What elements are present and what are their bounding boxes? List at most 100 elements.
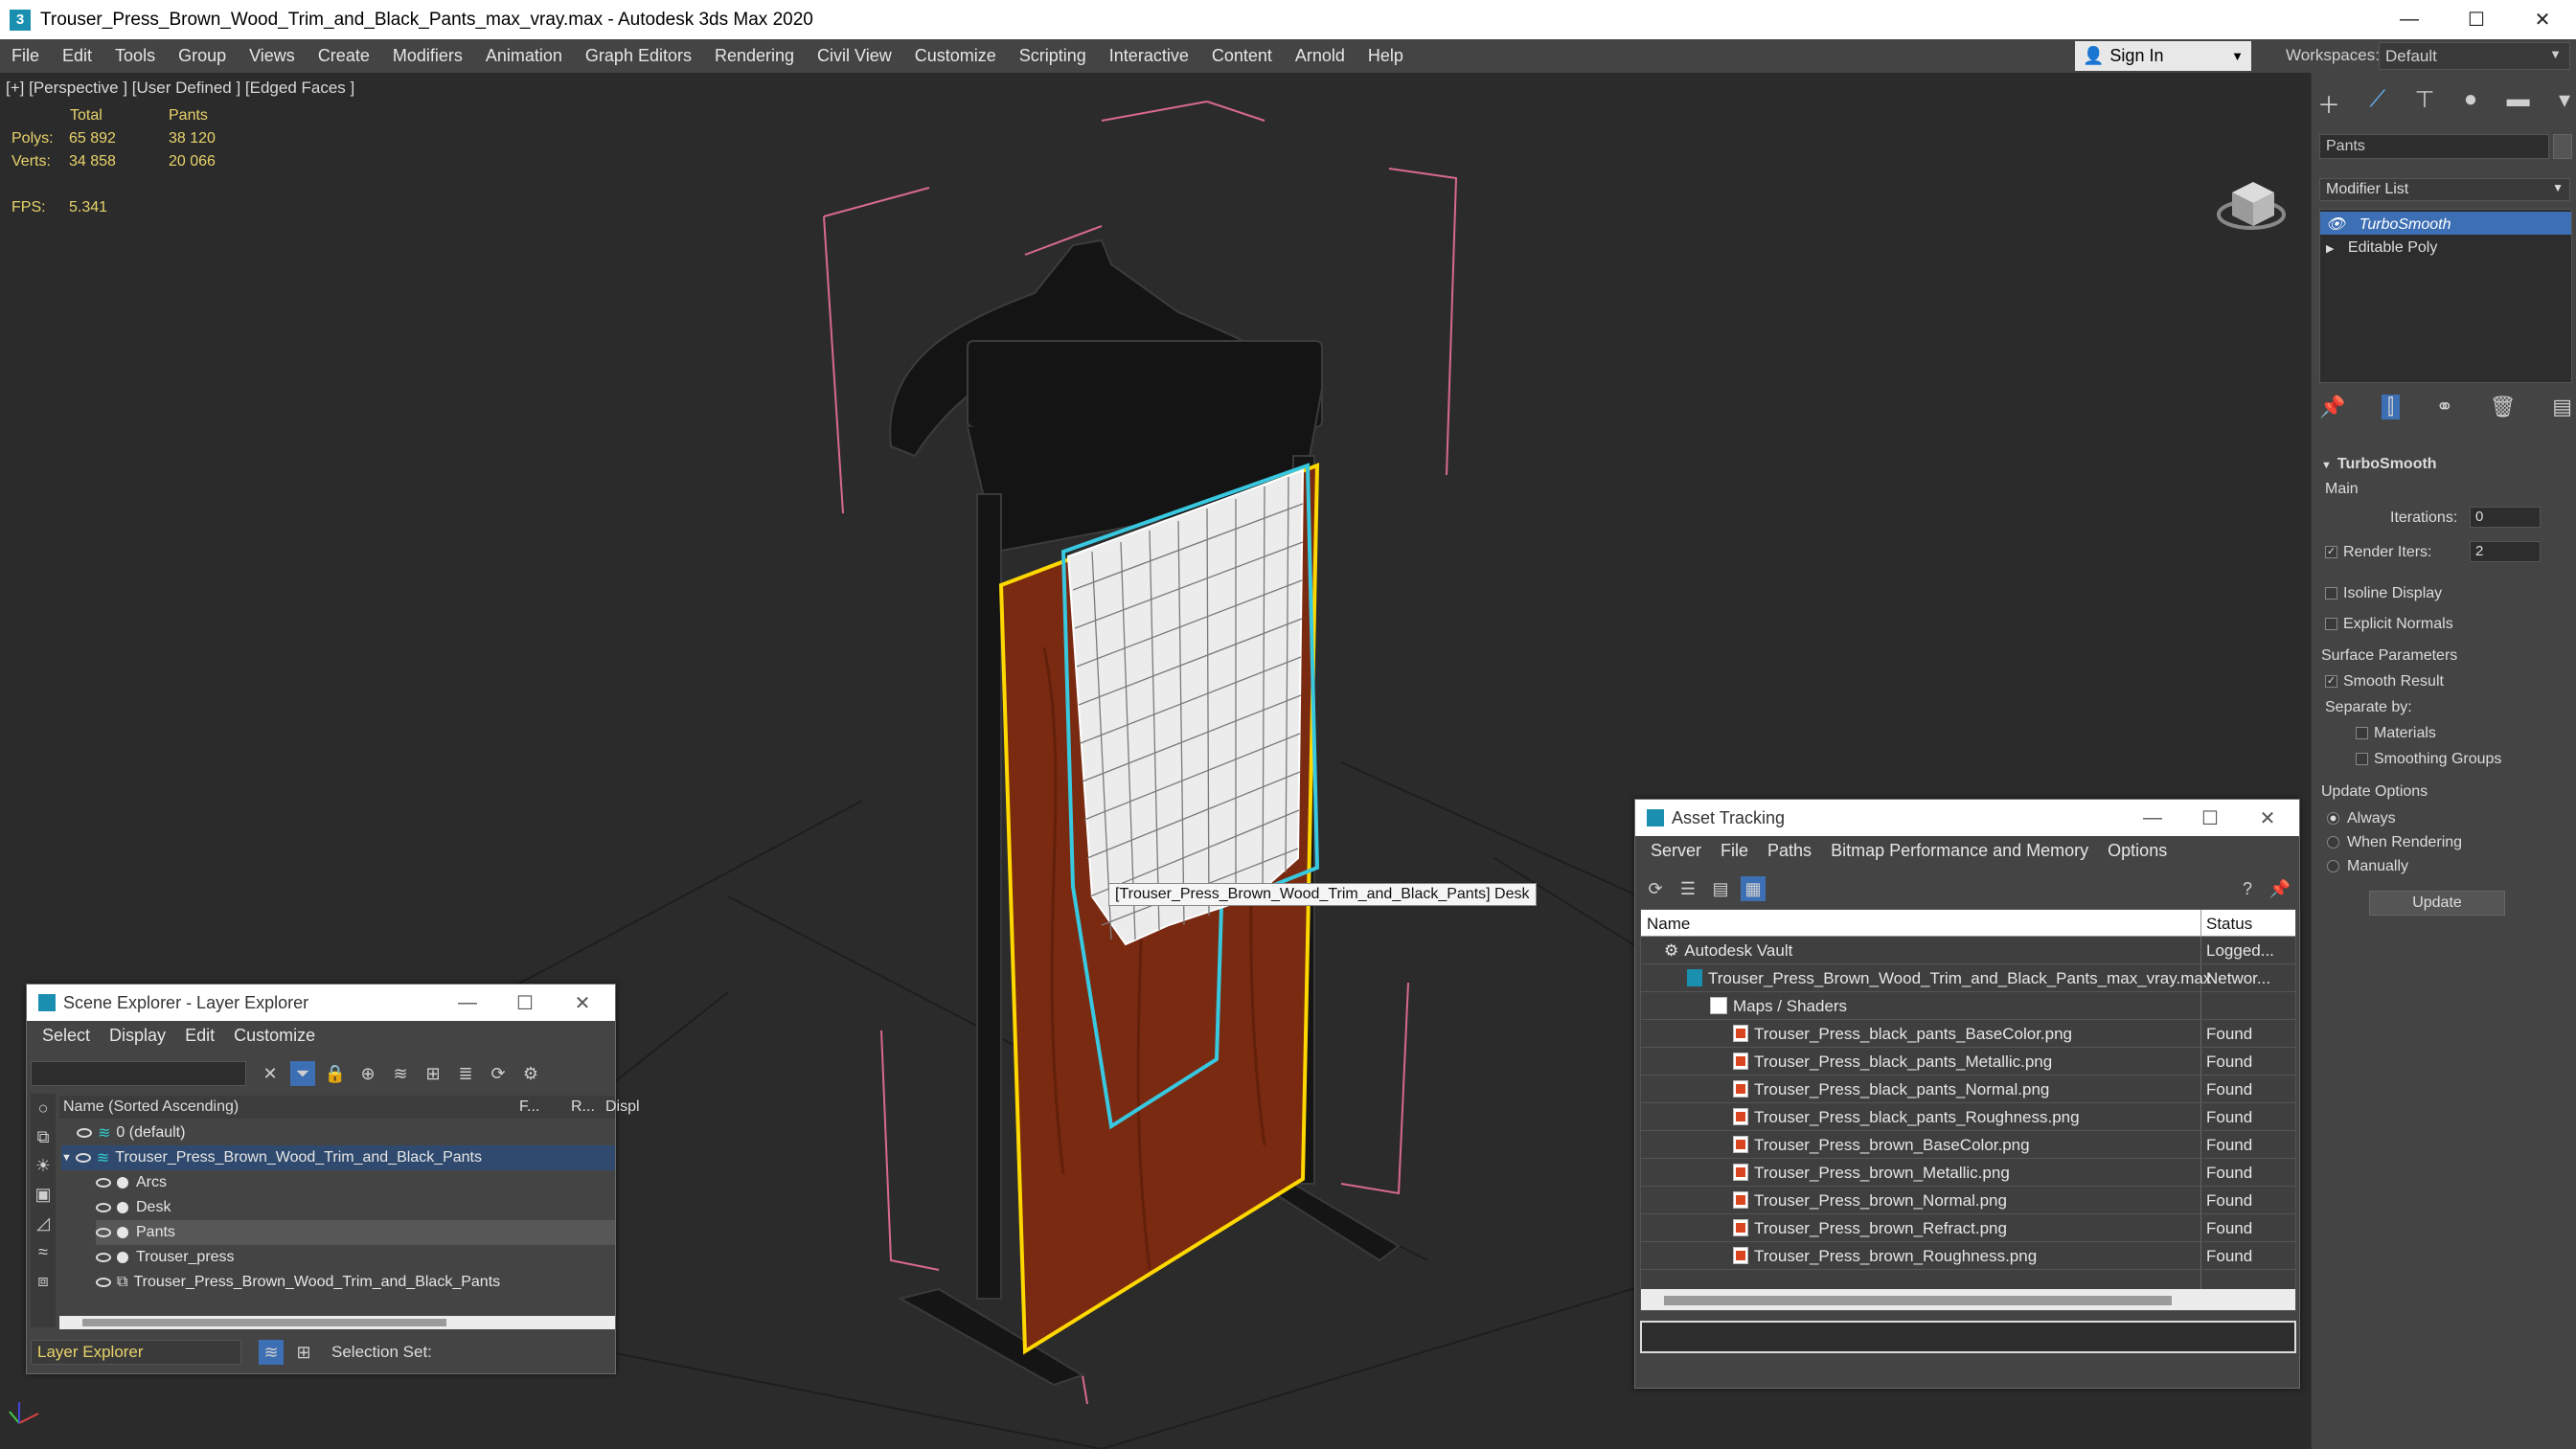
pin-stack-icon[interactable]: 📌 (2319, 395, 2345, 419)
light-icon[interactable]: ☀ (31, 1153, 56, 1178)
eye-icon[interactable] (77, 1128, 92, 1138)
display-none-icon[interactable]: ○ (31, 1096, 56, 1121)
menu-select[interactable]: Select (33, 1026, 100, 1046)
tree-row-selected[interactable]: Pants (96, 1220, 615, 1245)
table-view-icon[interactable]: ▤ (1708, 876, 1733, 901)
menu-edit[interactable]: Edit (175, 1026, 224, 1046)
layer-explorer-select[interactable]: Layer Explorer (31, 1340, 241, 1365)
menu-arnold[interactable]: Arnold (1284, 46, 1356, 66)
close-button[interactable]: ✕ (2509, 0, 2576, 39)
helper-icon[interactable]: ◿ (31, 1211, 56, 1235)
eye-icon[interactable] (96, 1253, 111, 1262)
scrollbar-thumb[interactable] (82, 1319, 446, 1326)
asset-row[interactable]: ⚙ Autodesk Vault Logged... (1641, 937, 2295, 964)
asset-row[interactable]: Trouser_Press_brown_Metallic.png Found (1641, 1159, 2295, 1187)
expand-arrow-icon[interactable]: ▶ (2326, 243, 2334, 255)
col-status-header[interactable]: Status (2206, 915, 2252, 934)
menu-file[interactable]: File (0, 46, 51, 66)
filter-icon[interactable]: ⏷ (290, 1061, 315, 1086)
search-input[interactable] (31, 1061, 246, 1086)
tree-row[interactable]: ▼ ≋ Trouser_Press_Brown_Wood_Trim_and_Blac… (61, 1145, 615, 1170)
hierarchy-icon[interactable]: ⊞ (291, 1340, 316, 1365)
asset-row[interactable]: Trouser_Press_Brown_Wood_Trim_and_Black_… (1641, 964, 2295, 992)
asset-row[interactable]: Trouser_Press_black_pants_Normal.png Foun… (1641, 1075, 2295, 1103)
menu-display[interactable]: Display (100, 1026, 175, 1046)
menu-group[interactable]: Group (167, 46, 238, 66)
materials-checkbox[interactable]: Materials (2356, 725, 2436, 742)
bone-icon[interactable]: ⧈ (31, 1268, 56, 1293)
spacewarp-icon[interactable]: ≈ (31, 1239, 56, 1264)
help-icon[interactable]: ? (2235, 876, 2260, 901)
modify-tab-icon[interactable]: ⟋ (2369, 86, 2385, 120)
menu-customize[interactable]: Customize (224, 1026, 325, 1046)
viewport-label[interactable]: [+] [Perspective ] [User Defined ] [Edge… (6, 79, 354, 98)
tree-row[interactable]: ⧉ Trouser_Press_Brown_Wood_Trim_and_Black… (96, 1270, 500, 1295)
menu-paths[interactable]: Paths (1758, 841, 1821, 861)
isoline-display-checkbox[interactable]: Isoline Display (2325, 585, 2442, 602)
asset-row[interactable]: Trouser_Press_brown_Normal.png Found (1641, 1187, 2295, 1214)
update-button[interactable]: Update (2369, 891, 2505, 916)
menu-edit[interactable]: Edit (51, 46, 103, 66)
close-button[interactable]: ✕ (2239, 800, 2296, 836)
configure-sets-icon[interactable]: ▤ (2552, 395, 2572, 419)
maximize-button[interactable]: ☐ (2443, 0, 2510, 39)
display-tab-icon[interactable]: ▬ (2507, 86, 2530, 120)
clear-search-icon[interactable]: ✕ (258, 1061, 283, 1086)
col-name-header[interactable]: Name (Sorted Ascending) (63, 1098, 239, 1116)
create-tab-icon[interactable]: ＋ (2317, 86, 2340, 120)
asset-row[interactable]: Trouser_Press_black_pants_Metallic.png Fo… (1641, 1048, 2295, 1075)
utilities-tab-icon[interactable]: ▾ (2559, 86, 2570, 120)
render-iters-spinner[interactable]: 2 (2470, 541, 2541, 562)
turbosmooth-rollout-title[interactable]: ▼ TurboSmooth (2321, 456, 2437, 473)
menu-interactive[interactable]: Interactive (1098, 46, 1200, 66)
eye-icon[interactable] (96, 1203, 111, 1212)
col-render-header[interactable]: R... (571, 1098, 595, 1116)
asset-path-field[interactable] (1640, 1321, 2296, 1353)
tree-view-icon[interactable]: ▦ (1741, 876, 1766, 901)
hierarchy-tab-icon[interactable]: ⊤ (2415, 86, 2435, 120)
layers-icon[interactable]: ≋ (259, 1340, 284, 1365)
menu-file[interactable]: File (1711, 841, 1758, 861)
explicit-normals-checkbox[interactable]: Explicit Normals (2325, 616, 2453, 633)
horizontal-scrollbar[interactable] (59, 1316, 615, 1329)
remove-modifier-icon[interactable]: 🗑 (2490, 395, 2517, 419)
settings-icon[interactable]: ⚙ (518, 1061, 543, 1086)
menu-views[interactable]: Views (238, 46, 307, 66)
layers-icon[interactable]: ≋ (388, 1061, 413, 1086)
asset-row[interactable]: Trouser_Press_brown_BaseColor.png Found (1641, 1131, 2295, 1159)
expand-arrow-icon[interactable]: ▼ (61, 1152, 72, 1164)
menu-options[interactable]: Options (2098, 841, 2177, 861)
tree-row[interactable]: Arcs (96, 1170, 167, 1195)
asset-row[interactable]: Trouser_Press_brown_Roughness.png Found (1641, 1242, 2295, 1270)
object-color-swatch[interactable] (2553, 134, 2572, 159)
lock-icon[interactable]: 🔒 (323, 1061, 348, 1086)
camera-icon[interactable]: ▣ (31, 1182, 56, 1207)
stack-layers-icon[interactable]: ≣ (453, 1061, 478, 1086)
col-name-header[interactable]: Name (1647, 915, 1690, 934)
when-rendering-radio[interactable]: When Rendering (2327, 834, 2462, 851)
eye-icon[interactable] (96, 1228, 111, 1237)
minimize-button[interactable]: — (2124, 800, 2181, 836)
col-display-header[interactable]: Displ (605, 1098, 644, 1116)
menu-content[interactable]: Content (1200, 46, 1284, 66)
make-unique-icon[interactable]: ⚭ (2436, 395, 2453, 419)
horizontal-scrollbar[interactable] (1641, 1289, 2295, 1310)
workspaces-select[interactable]: Default ▼ (2379, 42, 2570, 70)
menu-rendering[interactable]: Rendering (703, 46, 806, 66)
sync-icon[interactable]: ⟳ (486, 1061, 511, 1086)
smooth-result-checkbox[interactable]: ✓ Smooth Result (2325, 673, 2444, 691)
stack-item-editable-poly[interactable]: ▶ Editable Poly (2320, 237, 2571, 260)
tree-row[interactable]: Desk (96, 1195, 171, 1220)
menu-bitmap-performance[interactable]: Bitmap Performance and Memory (1821, 841, 2098, 861)
eye-icon[interactable]: 👁 (2326, 216, 2345, 233)
stack-item-turbosmooth[interactable]: 👁 TurboSmooth (2320, 212, 2571, 235)
asset-row[interactable]: Trouser_Press_black_pants_Roughness.png F… (1641, 1103, 2295, 1131)
manually-radio[interactable]: Manually (2327, 858, 2408, 875)
maximize-button[interactable]: ☐ (2181, 800, 2239, 836)
display-all-icon[interactable]: ⧉ (31, 1124, 56, 1149)
col-frozen-header[interactable]: F... (519, 1098, 539, 1116)
eye-icon[interactable] (96, 1278, 111, 1287)
close-button[interactable]: ✕ (554, 985, 611, 1021)
asset-row[interactable]: Trouser_Press_black_pants_BaseColor.png F… (1641, 1020, 2295, 1048)
tree-row[interactable]: ≋ 0 (default) (77, 1121, 185, 1145)
